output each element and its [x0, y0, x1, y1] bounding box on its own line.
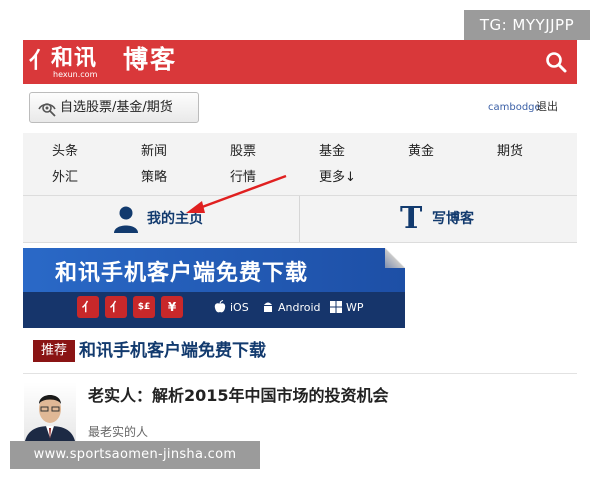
nav-item-funds[interactable]: 基金 [319, 143, 345, 161]
nav-item-gold[interactable]: 黄金 [408, 143, 434, 161]
watchlist-icon [38, 103, 56, 117]
watchlist-button[interactable]: 自选股票/基金/期货 [29, 92, 199, 123]
blog-logo-label: 博客 [123, 45, 178, 74]
platform-wp: WP [346, 301, 364, 314]
search-icon [546, 52, 567, 73]
tab-write-blog-label: 写博客 [432, 211, 474, 227]
user-icon [114, 206, 138, 233]
banner-app-strip: 亻 亻 $£ ¥ iOS Android WP [23, 292, 405, 328]
app-icon-hexun-stock: 亻 [105, 296, 127, 318]
watchlist-label: 自选股票/基金/期货 [60, 100, 173, 115]
person-photo-icon [24, 395, 76, 446]
logo-domain: hexun.com [53, 70, 98, 79]
app-download-banner[interactable]: 和讯手机客户端免费下载 亻 亻 $£ ¥ iOS Android WP [23, 248, 405, 328]
author-avatar[interactable] [24, 382, 76, 446]
app-icon-hexun: 亻 [77, 296, 99, 318]
android-icon [264, 302, 272, 312]
app-icon-forex: $£ [133, 296, 155, 318]
profile-tabs: 我的主页 T 写博客 [23, 195, 577, 243]
logo-mark: 亻 [29, 48, 52, 74]
logo-text[interactable]: 和讯 [51, 46, 97, 70]
nav-item-futures[interactable]: 期货 [497, 143, 523, 161]
nav-item-news[interactable]: 新闻 [141, 143, 167, 161]
nav-item-headlines[interactable]: 头条 [52, 143, 78, 161]
nav-item-forex[interactable]: 外汇 [52, 169, 78, 187]
nav-item-more[interactable]: 更多↓ [319, 169, 356, 187]
write-icon: T [400, 201, 423, 236]
recommend-badge: 推荐 [33, 340, 75, 362]
apple-icon [214, 300, 226, 313]
page-curl [385, 248, 405, 268]
app-icon-finance: ¥ [161, 296, 183, 318]
platform-ios: iOS [230, 301, 249, 314]
banner-title: 和讯手机客户端免费下载 [55, 261, 309, 286]
article-author: 最老实的人 [88, 425, 149, 439]
platform-android: Android [278, 301, 321, 314]
watermark-label: www.sportsaomen-jinsha.com [10, 441, 260, 469]
nav-panel: 头条 新闻 股票 基金 黄金 期货 外汇 策略 行情 更多↓ [23, 133, 577, 195]
tab-write-blog[interactable]: T 写博客 [300, 196, 577, 242]
windows-icon [330, 301, 342, 313]
tg-overlay-label: TG: MYYJJPP [464, 10, 590, 40]
annotation-arrow-icon [186, 174, 287, 213]
top-header: 亻 和讯 hexun.com 博客 [23, 40, 577, 84]
nav-item-stocks[interactable]: 股票 [230, 143, 256, 161]
search-button[interactable] [543, 49, 569, 75]
logout-link[interactable]: 退出 [536, 100, 558, 114]
nav-item-strategy[interactable]: 策略 [141, 169, 167, 187]
article-title[interactable]: 老实人：解析2015年中国市场的投资机会 [88, 385, 389, 407]
username-link[interactable]: cambodge [488, 101, 541, 115]
promo-link[interactable]: 和讯手机客户端免费下载 [79, 339, 266, 363]
divider [23, 373, 577, 374]
